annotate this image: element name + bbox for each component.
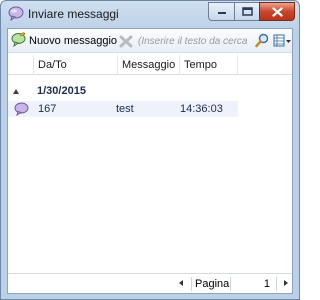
new-message-label: Nuovo messaggio	[29, 35, 118, 47]
divider	[230, 277, 231, 291]
message-window: Inviare messaggi Nuovo messaggio (Inseri…	[0, 0, 300, 300]
search-button[interactable]	[255, 33, 269, 48]
maximize-icon	[241, 7, 253, 16]
column-header-time[interactable]: Tempo	[180, 55, 238, 75]
speech-bubble-icon	[8, 6, 24, 22]
speech-bubble-icon	[14, 102, 29, 117]
previous-page-icon[interactable]	[179, 280, 183, 286]
minimize-icon	[217, 11, 226, 14]
next-page-icon[interactable]	[284, 280, 288, 286]
close-icon	[271, 6, 283, 17]
new-message-icon	[11, 32, 26, 50]
cell-time: 14:36:03	[180, 103, 223, 115]
title-bar[interactable]: Inviare messaggi	[1, 1, 299, 27]
delete-button[interactable]	[119, 33, 133, 49]
page-number[interactable]: 1	[234, 278, 270, 290]
divider	[191, 277, 192, 291]
cell-from-to: 167	[38, 103, 57, 115]
close-button[interactable]	[259, 2, 295, 21]
columns-menu-icon	[273, 34, 291, 47]
column-header-from-to[interactable]: Da/To	[34, 55, 118, 75]
page-label: Pagina	[195, 278, 230, 290]
message-grid: Da/To Messaggio Tempo	[8, 55, 292, 75]
group-label: 1/30/2015	[37, 85, 86, 97]
column-header-icon[interactable]	[8, 55, 34, 75]
minimize-button[interactable]	[208, 2, 234, 21]
column-header-message[interactable]: Messaggio	[118, 55, 180, 75]
divider	[276, 277, 277, 291]
window-title: Inviare messaggi	[28, 7, 119, 21]
new-message-button[interactable]: Nuovo messaggio	[11, 32, 117, 50]
toolbar: Nuovo messaggio	[8, 29, 292, 53]
client-area: Nuovo messaggio (Inserire il testo da ce…	[7, 28, 293, 294]
group-row[interactable]: 1/30/2015	[8, 83, 292, 101]
grid-header: Da/To Messaggio Tempo	[8, 55, 292, 75]
search-input[interactable]	[138, 33, 252, 50]
delete-x-icon	[119, 35, 133, 48]
collapse-triangle-icon[interactable]	[13, 89, 19, 94]
magnifier-icon	[255, 33, 269, 48]
table-row[interactable]: 167 test 14:36:03	[8, 101, 238, 117]
maximize-button[interactable]	[234, 2, 259, 21]
columns-menu-button[interactable]	[273, 33, 292, 49]
cell-message: test	[116, 103, 134, 115]
pager-bar: Pagina 1	[8, 273, 292, 293]
